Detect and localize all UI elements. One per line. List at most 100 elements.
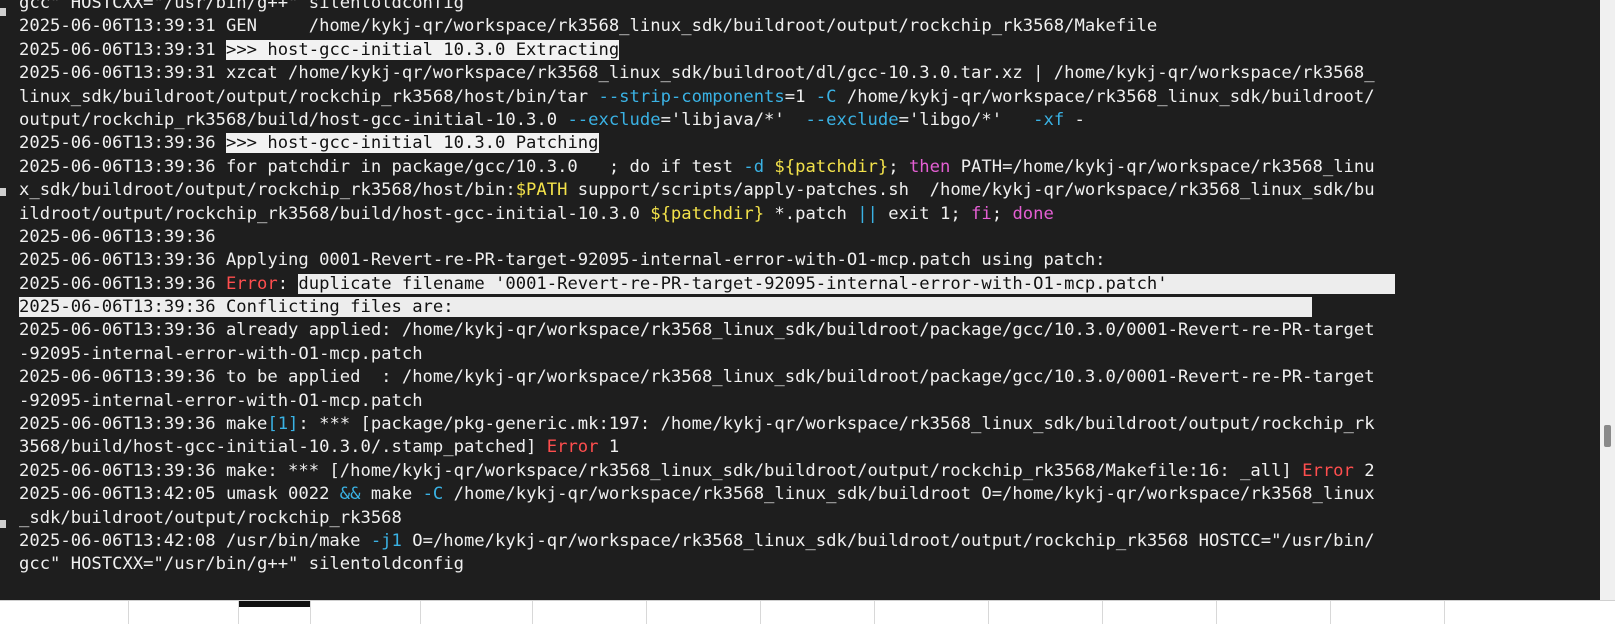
terminal-segment: 2025-06-06T13:39:36 make — [19, 414, 268, 435]
terminal-line: 2025-06-06T13:39:36 for patchdir in pack… — [19, 156, 1579, 179]
terminal-line: 2025-06-06T13:39:31 xzcat /home/kykj-qr/… — [19, 62, 1579, 85]
error-label: Error — [225, 273, 278, 294]
terminal-line: -92095-internal-error-with-O1-mcp.patch — [19, 343, 1579, 366]
terminal-segment: -j1 — [370, 530, 402, 551]
strip-dark-block — [238, 601, 310, 607]
strip-divider — [760, 601, 761, 624]
terminal-segment: gcc" HOSTCXX="/usr/bin/g++" silentoldcon… — [19, 0, 464, 13]
strip-divider — [874, 601, 875, 624]
terminal-segment: -C — [815, 86, 837, 107]
terminal-segment: 2025-06-06T13:39:36 to be applied : /hom… — [19, 367, 1375, 388]
terminal-line: 3568/build/host-gcc-initial-10.3.0/.stam… — [19, 436, 1579, 459]
terminal-segment: && — [339, 484, 361, 505]
terminal-segment: 2025-06-06T13:39:31 — [19, 39, 226, 60]
terminal-segment: ; — [888, 156, 909, 177]
error-label: Error — [546, 437, 599, 458]
margin-mark — [0, 520, 6, 528]
terminal-segment: 2025-06-06T13:39:31 xzcat /home/kykj-qr/… — [19, 63, 1375, 84]
terminal-line: 2025-06-06T13:39:36 make[1]: *** [packag… — [19, 413, 1579, 436]
terminal-line: 2025-06-06T13:42:05 umask 0022 && make -… — [19, 483, 1579, 506]
terminal-segment: [1] — [267, 414, 299, 435]
terminal-segment: 2025-06-06T13:42:08 /usr/bin/make — [19, 530, 371, 551]
terminal-segment: -xf — [1033, 109, 1065, 130]
terminal-segment: PATH=/home/kykj-qr/workspace/rk3568_linu — [950, 156, 1375, 177]
strip-divider — [1330, 601, 1331, 624]
terminal-segment: duplicate filename '0001-Revert-re-PR-ta… — [298, 273, 1396, 294]
strip-divider — [238, 601, 239, 624]
terminal-line: 2025-06-06T13:39:36 Conflicting files ar… — [19, 296, 1579, 319]
terminal-segment: done — [1012, 203, 1054, 224]
terminal-segment: || — [857, 203, 878, 224]
terminal-segment: >>> host-gcc-initial 10.3.0 Extracting — [225, 39, 620, 60]
terminal-segment: 2025-06-06T13:39:36 — [19, 273, 226, 294]
terminal-line: 2025-06-06T13:39:31 GEN /home/kykj-qr/wo… — [19, 15, 1579, 38]
terminal-line: 2025-06-06T13:39:36 Applying 0001-Revert… — [19, 249, 1579, 272]
terminal-segment: then — [908, 156, 951, 177]
vertical-scrollbar[interactable] — [1600, 0, 1615, 600]
scrollbar-thumb[interactable] — [1604, 425, 1611, 447]
terminal-line: _sdk/buildroot/output/rockchip_rk3568 — [19, 507, 1579, 530]
terminal-segment: 2025-06-06T13:39:36 Conflicting files ar… — [19, 297, 1313, 318]
terminal-segment: gcc" HOSTCXX="/usr/bin/g++" silentoldcon… — [19, 554, 464, 575]
terminal-segment: -d — [743, 156, 765, 177]
terminal-segment: 2025-06-06T13:39:36 make: *** [/home/kyk… — [19, 460, 1303, 481]
bottom-panel-strip — [0, 600, 1615, 624]
terminal-segment: support/scripts/apply-patches.sh /home/k… — [567, 180, 1375, 201]
strip-divider — [1444, 601, 1445, 624]
terminal-line: 2025-06-06T13:39:36 make: *** [/home/kyk… — [19, 460, 1579, 483]
terminal-segment: exit 1; — [877, 203, 972, 224]
terminal-line: gcc" HOSTCXX="/usr/bin/g++" silentoldcon… — [19, 553, 1579, 576]
terminal-segment: --exclude — [567, 109, 661, 130]
terminal-segment: --strip-components — [598, 86, 785, 107]
terminal-segment: - — [1064, 109, 1085, 130]
strip-divider — [1102, 601, 1103, 624]
terminal-segment: output/rockchip_rk3568/build/host-gcc-in… — [19, 109, 568, 130]
left-margin-marks — [0, 0, 6, 600]
terminal-line: 2025-06-06T13:39:36 already applied: /ho… — [19, 319, 1579, 342]
terminal-segment: ${patchdir} — [650, 203, 765, 224]
margin-mark — [0, 188, 6, 196]
terminal-text: gcc" HOSTCXX="/usr/bin/g++" silentoldcon… — [19, 0, 1579, 577]
terminal-line: 2025-06-06T13:42:08 /usr/bin/make -j1 O=… — [19, 530, 1579, 553]
error-label: Error — [1302, 460, 1354, 481]
terminal-segment: 2025-06-06T13:39:36 — [19, 226, 216, 247]
terminal-line: 2025-06-06T13:39:36 — [19, 226, 1579, 249]
terminal-segment: -C — [422, 484, 444, 505]
terminal-line: linux_sdk/buildroot/output/rockchip_rk35… — [19, 86, 1579, 109]
terminal-segment: $PATH — [515, 180, 568, 201]
terminal-line: 2025-06-06T13:39:36 >>> host-gcc-initial… — [19, 132, 1579, 155]
terminal-segment: 3568/build/host-gcc-initial-10.3.0/.stam… — [19, 437, 547, 458]
terminal-segment: ildroot/output/rockchip_rk3568/build/hos… — [19, 203, 651, 224]
terminal-segment: : *** [package/pkg-generic.mk:197: /home… — [298, 414, 1375, 435]
terminal-segment: O=/home/kykj-qr/workspace/rk3568_linux_s… — [401, 530, 1375, 551]
terminal-segment: 2 — [1353, 460, 1375, 481]
terminal-line: 2025-06-06T13:39:36 Error: duplicate fil… — [19, 273, 1579, 296]
terminal-segment: ; — [991, 203, 1013, 224]
terminal-segment: ${patchdir} — [774, 156, 889, 177]
terminal-segment — [764, 157, 774, 177]
strip-divider — [646, 601, 647, 624]
strip-divider — [128, 601, 129, 624]
terminal-segment: >>> host-gcc-initial 10.3.0 Patching — [225, 133, 599, 154]
terminal-line: 2025-06-06T13:39:36 to be applied : /hom… — [19, 366, 1579, 389]
terminal-line: gcc" HOSTCXX="/usr/bin/g++" silentoldcon… — [19, 0, 1579, 15]
terminal-segment: 2025-06-06T13:39:31 GEN /home/kykj-qr/wo… — [19, 16, 1158, 37]
margin-mark — [0, 8, 6, 16]
terminal-line: 2025-06-06T13:39:31 >>> host-gcc-initial… — [19, 39, 1579, 62]
terminal-segment: make — [360, 484, 423, 505]
terminal-segment: 2025-06-06T13:42:05 umask 0022 — [19, 484, 340, 505]
terminal-segment: 2025-06-06T13:39:36 already applied: /ho… — [19, 320, 1375, 341]
terminal-segment: x_sdk/buildroot/output/rockchip_rk3568/h… — [19, 180, 516, 201]
terminal-segment: --exclude — [805, 109, 899, 130]
strip-divider — [420, 601, 421, 624]
terminal-segment: 2025-06-06T13:39:36 for patchdir in pack… — [19, 156, 744, 177]
terminal-output[interactable]: gcc" HOSTCXX="/usr/bin/g++" silentoldcon… — [0, 0, 1600, 600]
terminal-segment: : — [277, 273, 299, 294]
terminal-line: ildroot/output/rockchip_rk3568/build/hos… — [19, 203, 1579, 226]
terminal-segment: 1 — [598, 437, 620, 458]
terminal-segment: _sdk/buildroot/output/rockchip_rk3568 — [19, 507, 402, 528]
terminal-segment: =1 — [784, 86, 816, 107]
terminal-segment: 2025-06-06T13:39:36 Applying 0001-Revert… — [19, 250, 1106, 271]
terminal-line: x_sdk/buildroot/output/rockchip_rk3568/h… — [19, 179, 1579, 202]
terminal-line: -92095-internal-error-with-O1-mcp.patch — [19, 390, 1579, 413]
